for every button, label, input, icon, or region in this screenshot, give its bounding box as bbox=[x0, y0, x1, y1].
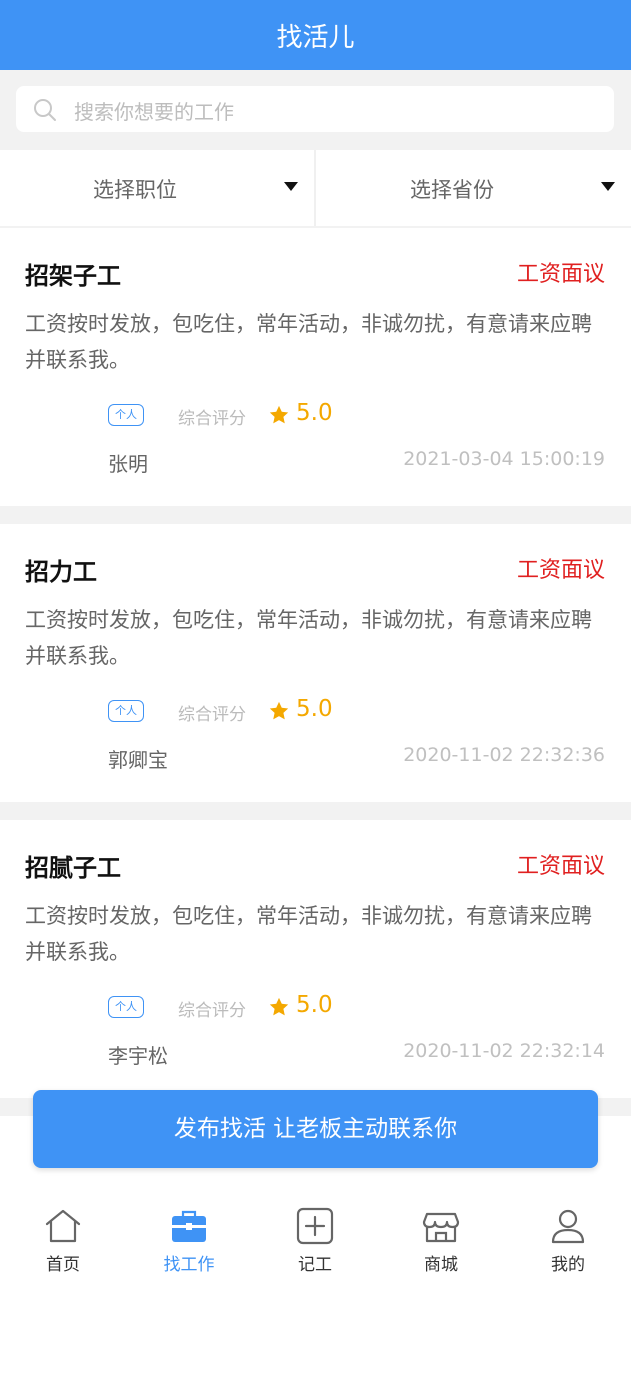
province-filter-label: 选择省份 bbox=[410, 178, 494, 202]
position-filter-label: 选择职位 bbox=[93, 178, 177, 202]
tab-mine[interactable]: 我的 bbox=[505, 1190, 631, 1280]
poster-name: 李宇松 bbox=[108, 1044, 168, 1068]
post-time: 2020-11-02 22:32:14 bbox=[403, 1040, 605, 1062]
job-card[interactable]: 招架子工 工资面议 工资按时发放，包吃住，常年活动，非诚勿扰，有意请来应聘并联系… bbox=[0, 228, 631, 506]
tab-store[interactable]: 商城 bbox=[378, 1190, 504, 1280]
briefcase-icon bbox=[172, 1210, 206, 1242]
search-input[interactable]: 搜索你想要的工作 bbox=[16, 86, 614, 132]
province-filter[interactable]: 选择省份 bbox=[317, 150, 631, 226]
job-description: 工资按时发放，包吃住，常年活动，非诚勿扰，有意请来应聘并联系我。 bbox=[25, 312, 592, 372]
rating-label: 综合评分 bbox=[178, 1001, 246, 1021]
rating-score: 5.0 bbox=[296, 400, 333, 426]
job-description: 工资按时发放，包吃住，常年活动，非诚勿扰，有意请来应聘并联系我。 bbox=[25, 608, 592, 668]
publish-job-seeking-button[interactable]: 发布找活 让老板主动联系你 bbox=[33, 1090, 598, 1168]
plus-square-icon bbox=[296, 1207, 334, 1245]
star-icon bbox=[269, 405, 289, 424]
user-icon bbox=[551, 1209, 585, 1244]
post-time: 2020-11-02 22:32:36 bbox=[403, 744, 605, 766]
job-card[interactable]: 招腻子工 工资面议 工资按时发放，包吃住，常年活动，非诚勿扰，有意请来应聘并联系… bbox=[0, 820, 631, 1098]
rating-score: 5.0 bbox=[296, 696, 333, 722]
job-description: 工资按时发放，包吃住，常年活动，非诚勿扰，有意请来应聘并联系我。 bbox=[25, 904, 592, 964]
star-icon bbox=[269, 997, 289, 1016]
rating-score: 5.0 bbox=[296, 992, 333, 1018]
job-title: 招架子工 bbox=[25, 262, 121, 290]
store-icon bbox=[422, 1212, 460, 1243]
tab-label: 首页 bbox=[46, 1255, 80, 1275]
poster-type-badge: 个人 bbox=[108, 700, 144, 722]
tab-find-work[interactable]: 找工作 bbox=[126, 1190, 252, 1280]
post-time: 2021-03-04 15:00:19 bbox=[403, 448, 605, 470]
tab-record-work[interactable]: 记工 bbox=[252, 1190, 378, 1280]
job-title: 招腻子工 bbox=[25, 854, 121, 882]
poster-type-badge: 个人 bbox=[108, 996, 144, 1018]
rating-label: 综合评分 bbox=[178, 705, 246, 725]
job-salary: 工资面议 bbox=[516, 558, 605, 583]
caret-down-icon bbox=[601, 182, 615, 191]
poster-name: 郭卿宝 bbox=[108, 748, 168, 772]
poster-name: 张明 bbox=[108, 452, 148, 476]
job-card[interactable]: 招力工 工资面议 工资按时发放，包吃住，常年活动，非诚勿扰，有意请来应聘并联系我… bbox=[0, 524, 631, 802]
job-salary: 工资面议 bbox=[516, 262, 605, 287]
job-title: 招力工 bbox=[25, 558, 97, 586]
tab-home[interactable]: 首页 bbox=[0, 1190, 126, 1280]
search-area: 搜索你想要的工作 bbox=[0, 70, 631, 150]
search-placeholder: 搜索你想要的工作 bbox=[74, 100, 234, 124]
star-icon bbox=[269, 701, 289, 720]
bottom-tab-bar: 首页 找工作 记工 商城 我的 bbox=[0, 1190, 631, 1280]
page-title: 找活儿 bbox=[276, 23, 355, 53]
tab-label: 记工 bbox=[298, 1255, 332, 1275]
tab-label: 我的 bbox=[551, 1255, 585, 1275]
tab-label: 找工作 bbox=[163, 1255, 215, 1275]
app-header: 找活儿 bbox=[0, 0, 631, 70]
caret-down-icon bbox=[284, 182, 298, 191]
tab-label: 商城 bbox=[424, 1255, 458, 1275]
job-salary: 工资面议 bbox=[516, 854, 605, 879]
rating-label: 综合评分 bbox=[178, 409, 246, 429]
poster-type-badge: 个人 bbox=[108, 404, 144, 426]
position-filter[interactable]: 选择职位 bbox=[0, 150, 316, 226]
filter-bar: 选择职位 选择省份 bbox=[0, 150, 631, 226]
search-icon bbox=[34, 99, 56, 121]
home-icon bbox=[45, 1209, 81, 1243]
